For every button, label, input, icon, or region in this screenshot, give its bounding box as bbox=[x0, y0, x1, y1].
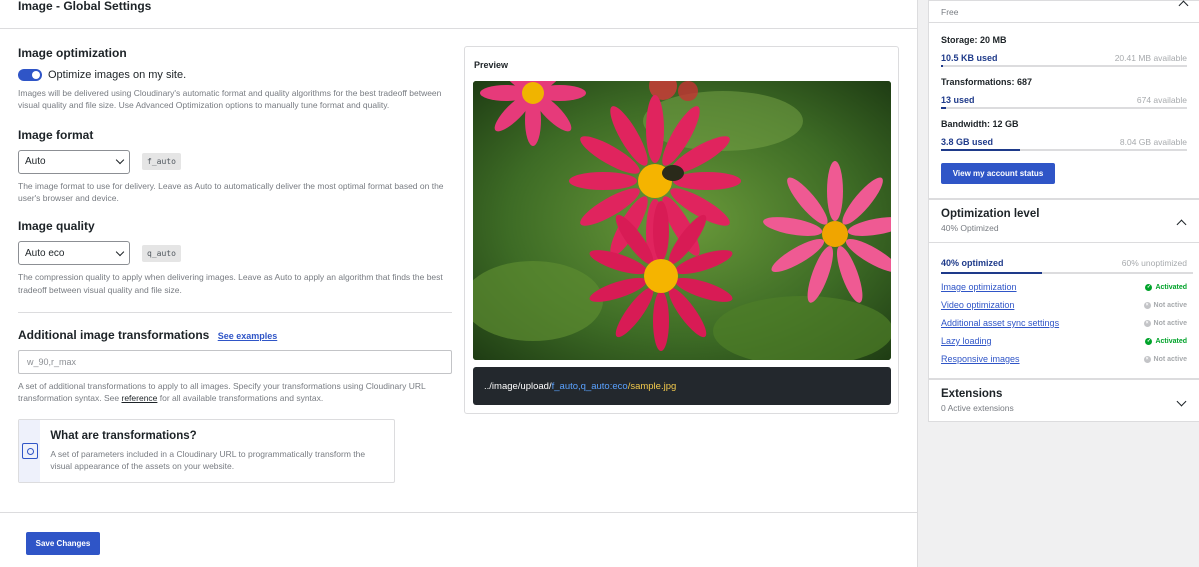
section-divider bbox=[18, 311, 452, 313]
page-header: Image - Global Settings bbox=[0, 0, 917, 29]
image-quality-title: Image quality bbox=[18, 219, 95, 234]
status-badge: × Not active bbox=[1143, 301, 1187, 309]
settings-form: Image optimization Optimize images on my… bbox=[18, 46, 454, 483]
close-icon: × bbox=[1143, 319, 1151, 327]
check-icon: ✓ bbox=[1145, 283, 1153, 291]
status-badge: ✓ Activated bbox=[1145, 337, 1187, 345]
url-file: /sample.jpg bbox=[627, 380, 677, 392]
quality-select[interactable]: Auto eco bbox=[18, 241, 130, 266]
plan-row: Free bbox=[929, 0, 1199, 23]
optimization-level-header[interactable]: Optimization level 40% Optimized bbox=[929, 200, 1199, 243]
bandwidth-title: Bandwidth: 12 GB bbox=[941, 119, 1019, 129]
plan-name: Free bbox=[941, 6, 959, 17]
preview-card: Preview ../image/upload/ f_auto,q_auto:e… bbox=[464, 46, 899, 414]
sidebar: Free Storage: 20 MB 10.5 KB used 20.41 M… bbox=[918, 0, 1199, 567]
storage-title: Storage: 20 MB bbox=[941, 35, 1007, 45]
see-examples-link[interactable]: See examples bbox=[218, 331, 278, 341]
format-select-value: Auto bbox=[25, 156, 46, 168]
format-row: Auto f_auto bbox=[18, 149, 454, 174]
optimization-item: Lazy loading ✓ Activated bbox=[941, 332, 1187, 350]
optimization-item-link[interactable]: Lazy loading bbox=[941, 336, 992, 346]
extensions-panel: Extensions 0 Active extensions bbox=[928, 379, 1199, 422]
reference-link[interactable]: reference bbox=[121, 393, 157, 403]
bandwidth-bar-fill bbox=[941, 149, 1020, 151]
format-select[interactable]: Auto bbox=[18, 149, 130, 174]
format-help: The image format to use for delivery. Le… bbox=[18, 180, 444, 203]
chevron-down-icon bbox=[115, 155, 125, 165]
save-changes-button[interactable]: Save Changes bbox=[26, 532, 100, 555]
transformations-bar-fill bbox=[941, 107, 946, 109]
account-status-button[interactable]: View my account status bbox=[941, 163, 1055, 184]
optimization-item: Video optimization × Not active bbox=[941, 296, 1187, 314]
flower-photo bbox=[473, 81, 891, 360]
optimize-toggle-label: Optimize images on my site. bbox=[48, 69, 187, 81]
optimization-item-link[interactable]: Additional asset sync settings bbox=[941, 318, 1059, 328]
preview-url: ../image/upload/ f_auto,q_auto:eco /samp… bbox=[473, 367, 891, 405]
transformations-usage-title: Transformations: 687 bbox=[941, 77, 1033, 87]
footer-divider bbox=[0, 512, 918, 513]
optimization-help: Images will be delivered using Cloudinar… bbox=[18, 88, 442, 111]
transformations-usage: 13 used 674 available bbox=[941, 93, 1187, 109]
optimization-progress: 40% optimized 60% unoptimized bbox=[929, 258, 1199, 274]
info-text: A set of parameters included in a Cloudi… bbox=[50, 448, 366, 471]
quality-help: The compression quality to apply when de… bbox=[18, 272, 443, 295]
preview-image bbox=[473, 81, 891, 360]
status-badge: ✓ Activated bbox=[1145, 283, 1187, 291]
optimization-level-panel: Optimization level 40% Optimized 40% opt… bbox=[928, 199, 1199, 379]
status-badge: × Not active bbox=[1143, 319, 1187, 327]
extensions-title: Extensions bbox=[941, 388, 1003, 400]
transformations-input[interactable]: w_90,r_max bbox=[18, 349, 452, 374]
settings-main: Image - Global Settings Image optimizati… bbox=[0, 0, 918, 567]
image-format-title: Image format bbox=[18, 127, 94, 142]
optimization-item-link[interactable]: Responsive images bbox=[941, 354, 1020, 364]
check-icon: ✓ bbox=[1145, 337, 1153, 345]
transformations-info-card: What are transformations? A set of param… bbox=[18, 418, 395, 483]
optimize-toggle[interactable] bbox=[18, 69, 42, 81]
transformation-icon bbox=[21, 442, 38, 459]
url-base: ../image/upload/ bbox=[484, 380, 552, 392]
url-params: f_auto,q_auto:eco bbox=[551, 380, 628, 392]
quality-row: Auto eco q_auto bbox=[18, 241, 454, 266]
image-optimization-title: Image optimization bbox=[18, 46, 127, 60]
usage-list: Storage: 20 MB 10.5 KB used 20.41 MB ava… bbox=[929, 35, 1199, 151]
optimization-level-subtitle: 40% Optimized bbox=[941, 223, 999, 233]
quality-code: q_auto bbox=[142, 244, 181, 262]
chevron-up-icon[interactable] bbox=[1178, 0, 1189, 11]
transformations-input-placeholder: w_90,r_max bbox=[27, 356, 77, 367]
transformations-heading: Additional image transformations See exa… bbox=[18, 328, 454, 342]
optimization-items: Image optimization ✓ Activated Video optimi… bbox=[929, 278, 1199, 368]
status-badge: × Not active bbox=[1143, 355, 1187, 363]
extensions-header[interactable]: Extensions 0 Active extensions bbox=[929, 380, 1199, 423]
page-title: Image - Global Settings bbox=[18, 0, 152, 13]
optimization-item: Additional asset sync settings × Not activ… bbox=[941, 314, 1187, 332]
optimize-toggle-row: Optimize images on my site. bbox=[18, 69, 454, 81]
close-icon: × bbox=[1143, 355, 1151, 363]
bandwidth-usage: 3.8 GB used 8.04 GB available bbox=[941, 135, 1187, 151]
info-title: What are transformations? bbox=[50, 429, 197, 442]
storage-usage: 10.5 KB used 20.41 MB available bbox=[941, 51, 1187, 67]
optimization-item: Image optimization ✓ Activated bbox=[941, 278, 1187, 296]
quality-select-value: Auto eco bbox=[25, 247, 65, 259]
chevron-down-icon bbox=[115, 247, 125, 256]
optimization-item-link[interactable]: Image optimization bbox=[941, 282, 1017, 292]
optimization-bar-fill bbox=[941, 272, 1042, 274]
transformations-help: A set of additional transformations to a… bbox=[18, 380, 426, 404]
transformations-title: Additional image transformations bbox=[18, 327, 210, 342]
account-panel: Free Storage: 20 MB 10.5 KB used 20.41 M… bbox=[928, 0, 1199, 199]
optimization-level-title: Optimization level bbox=[941, 208, 1040, 220]
close-icon: × bbox=[1143, 301, 1151, 309]
optimization-item: Responsive images × Not active bbox=[941, 350, 1187, 368]
format-code: f_auto bbox=[142, 153, 181, 171]
optimization-item-link[interactable]: Video optimization bbox=[941, 300, 1014, 310]
storage-bar-fill bbox=[941, 65, 944, 67]
preview-label: Preview bbox=[474, 60, 509, 70]
extensions-subtitle: 0 Active extensions bbox=[941, 403, 1014, 413]
